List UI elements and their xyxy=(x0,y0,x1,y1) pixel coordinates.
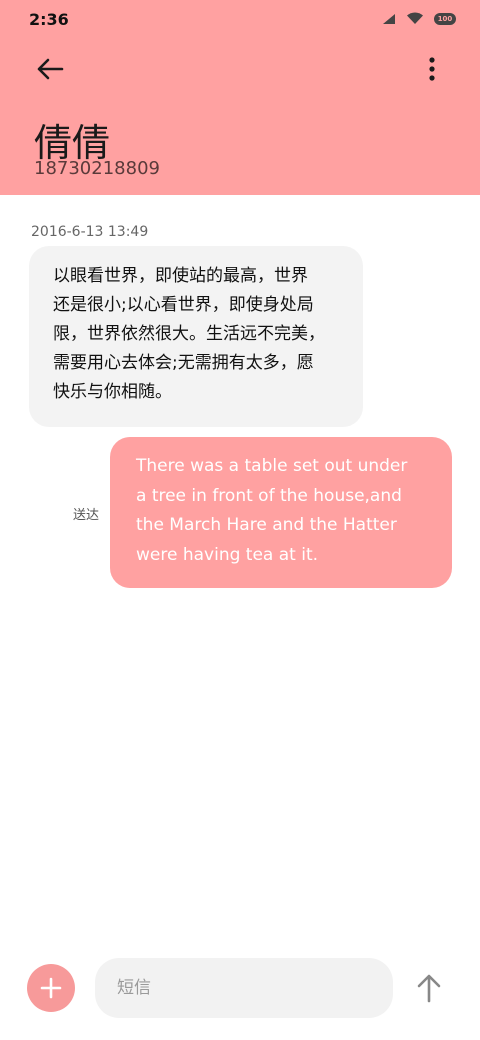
signal-icon xyxy=(383,13,395,24)
contact-number: 18730218809 xyxy=(34,158,160,179)
message-line: 以眼看世界，即使站的最高，世界 xyxy=(53,266,308,286)
send-arrow-up-icon xyxy=(417,974,441,1003)
plus-icon xyxy=(40,977,62,999)
message-line: 还是很小;以心看世界，即使身处局 xyxy=(53,295,314,315)
status-time: 2:36 xyxy=(29,10,69,29)
delivery-status: 送达 xyxy=(73,508,100,523)
more-options-button[interactable] xyxy=(420,52,444,86)
add-attachment-button[interactable] xyxy=(27,964,75,1012)
conversation-screen: 2:36 100 倩倩 18730218809 2016-6-13 13:49 … xyxy=(0,0,480,1040)
message-timestamp: 2016-6-13 13:49 xyxy=(31,224,149,240)
message-line: the March Hare and the Hatter xyxy=(136,515,397,535)
send-button[interactable] xyxy=(412,970,446,1006)
status-icons: 100 xyxy=(382,12,456,25)
conversation-header: 2:36 100 倩倩 18730218809 xyxy=(0,0,480,195)
back-button[interactable] xyxy=(30,52,70,86)
message-input-container xyxy=(95,958,393,1018)
outgoing-message-bubble[interactable]: There was a table set out under a tree i… xyxy=(110,437,452,588)
message-line: 限，世界依然很大。生活远不完美， xyxy=(53,324,325,344)
message-line: There was a table set out under xyxy=(136,456,408,476)
message-line: 需要用心去体会;无需拥有太多，愿 xyxy=(53,353,314,373)
message-line: 快乐与你相随。 xyxy=(53,382,172,402)
more-vertical-icon xyxy=(429,57,435,81)
battery-icon: 100 xyxy=(434,12,456,25)
message-line: a tree in front of the house,and xyxy=(136,485,402,506)
message-line: were having tea at it. xyxy=(136,544,319,565)
back-arrow-icon xyxy=(37,58,64,80)
wifi-icon xyxy=(407,12,423,24)
incoming-message-bubble[interactable]: 以眼看世界，即使站的最高，世界 还是很小;以心看世界，即使身处局 限，世界依然很… xyxy=(29,246,363,427)
message-input[interactable] xyxy=(95,958,393,1018)
